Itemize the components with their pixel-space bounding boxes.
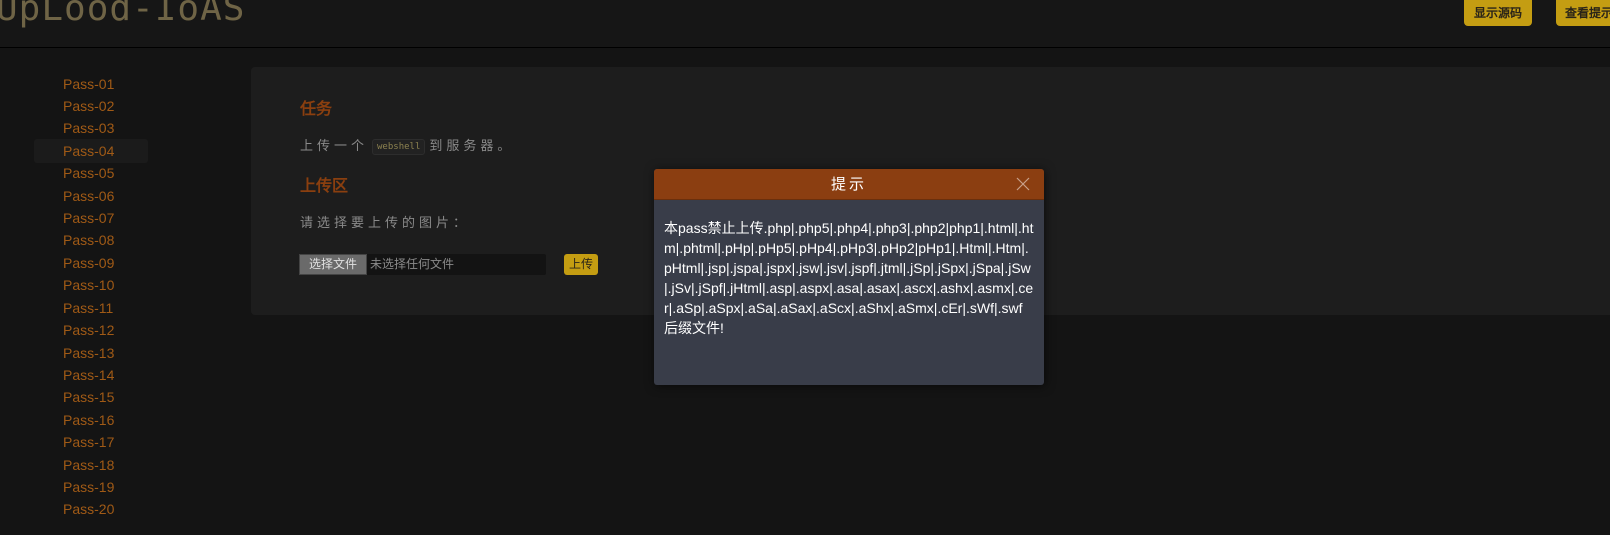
sidebar-item-pass-19[interactable]: Pass-19	[34, 475, 148, 499]
task-description: 上传一个 webshell 到服务器。	[300, 135, 514, 155]
task-prefix: 上传一个	[300, 139, 369, 154]
top-header: UpLood-IoAS 显示源码 查看提示	[0, 0, 1610, 48]
upload-prompt: 请选择要上传的图片：	[300, 216, 471, 231]
close-icon[interactable]	[1016, 177, 1030, 191]
sidebar-item-pass-10[interactable]: Pass-10	[34, 273, 148, 297]
file-input[interactable]: 选择文件 未选择任何文件	[299, 254, 546, 275]
dialog-title: 提示	[830, 175, 867, 193]
sidebar-item-pass-14[interactable]: Pass-14	[34, 363, 148, 387]
sidebar-item-pass-06[interactable]: Pass-06	[34, 184, 148, 208]
hint-dialog: 提示 本pass禁止上传.php|.php5|.php4|.php3|.php2…	[654, 169, 1044, 385]
sidebar-item-pass-03[interactable]: Pass-03	[34, 116, 148, 140]
sidebar-item-pass-11[interactable]: Pass-11	[34, 296, 148, 320]
site-logo[interactable]: UpLood-IoAS	[0, 0, 245, 29]
sidebar-item-pass-17[interactable]: Pass-17	[34, 430, 148, 454]
sidebar-item-pass-02[interactable]: Pass-02	[34, 94, 148, 118]
page: UpLood-IoAS 显示源码 查看提示 Pass-01 Pass-02 Pa…	[0, 0, 1610, 535]
upload-heading: 上传区	[300, 176, 349, 195]
sidebar-item-pass-15[interactable]: Pass-15	[34, 385, 148, 409]
webshell-code: webshell	[372, 138, 426, 155]
sidebar-item-pass-08[interactable]: Pass-08	[34, 228, 148, 252]
sidebar-item-pass-20[interactable]: Pass-20	[34, 497, 148, 521]
sidebar-item-pass-01[interactable]: Pass-01	[34, 72, 148, 96]
upload-submit-button[interactable]: 上传	[564, 254, 599, 275]
sidebar-item-pass-12[interactable]: Pass-12	[34, 318, 148, 342]
sidebar-item-pass-16[interactable]: Pass-16	[34, 408, 148, 432]
sidebar-item-pass-13[interactable]: Pass-13	[34, 341, 148, 365]
sidebar-item-pass-05[interactable]: Pass-05	[34, 161, 148, 185]
task-heading: 任务	[300, 99, 333, 118]
dialog-title-bar[interactable]: 提示	[654, 169, 1044, 200]
choose-file-button[interactable]: 选择文件	[299, 254, 367, 275]
show-source-button[interactable]: 显示源码	[1464, 0, 1532, 26]
sidebar-item-pass-09[interactable]: Pass-09	[34, 251, 148, 275]
sidebar: Pass-01 Pass-02 Pass-03 Pass-04 Pass-05 …	[0, 48, 200, 535]
task-suffix: 到服务器。	[429, 139, 515, 154]
sidebar-item-pass-07[interactable]: Pass-07	[34, 206, 148, 230]
sidebar-item-pass-18[interactable]: Pass-18	[34, 453, 148, 477]
view-hint-button[interactable]: 查看提示	[1556, 0, 1610, 26]
dialog-message: 本pass禁止上传.php|.php5|.php4|.php3|.php2|ph…	[664, 220, 1034, 336]
file-status-text: 未选择任何文件	[370, 257, 455, 271]
sidebar-item-pass-04[interactable]: Pass-04	[34, 139, 148, 163]
